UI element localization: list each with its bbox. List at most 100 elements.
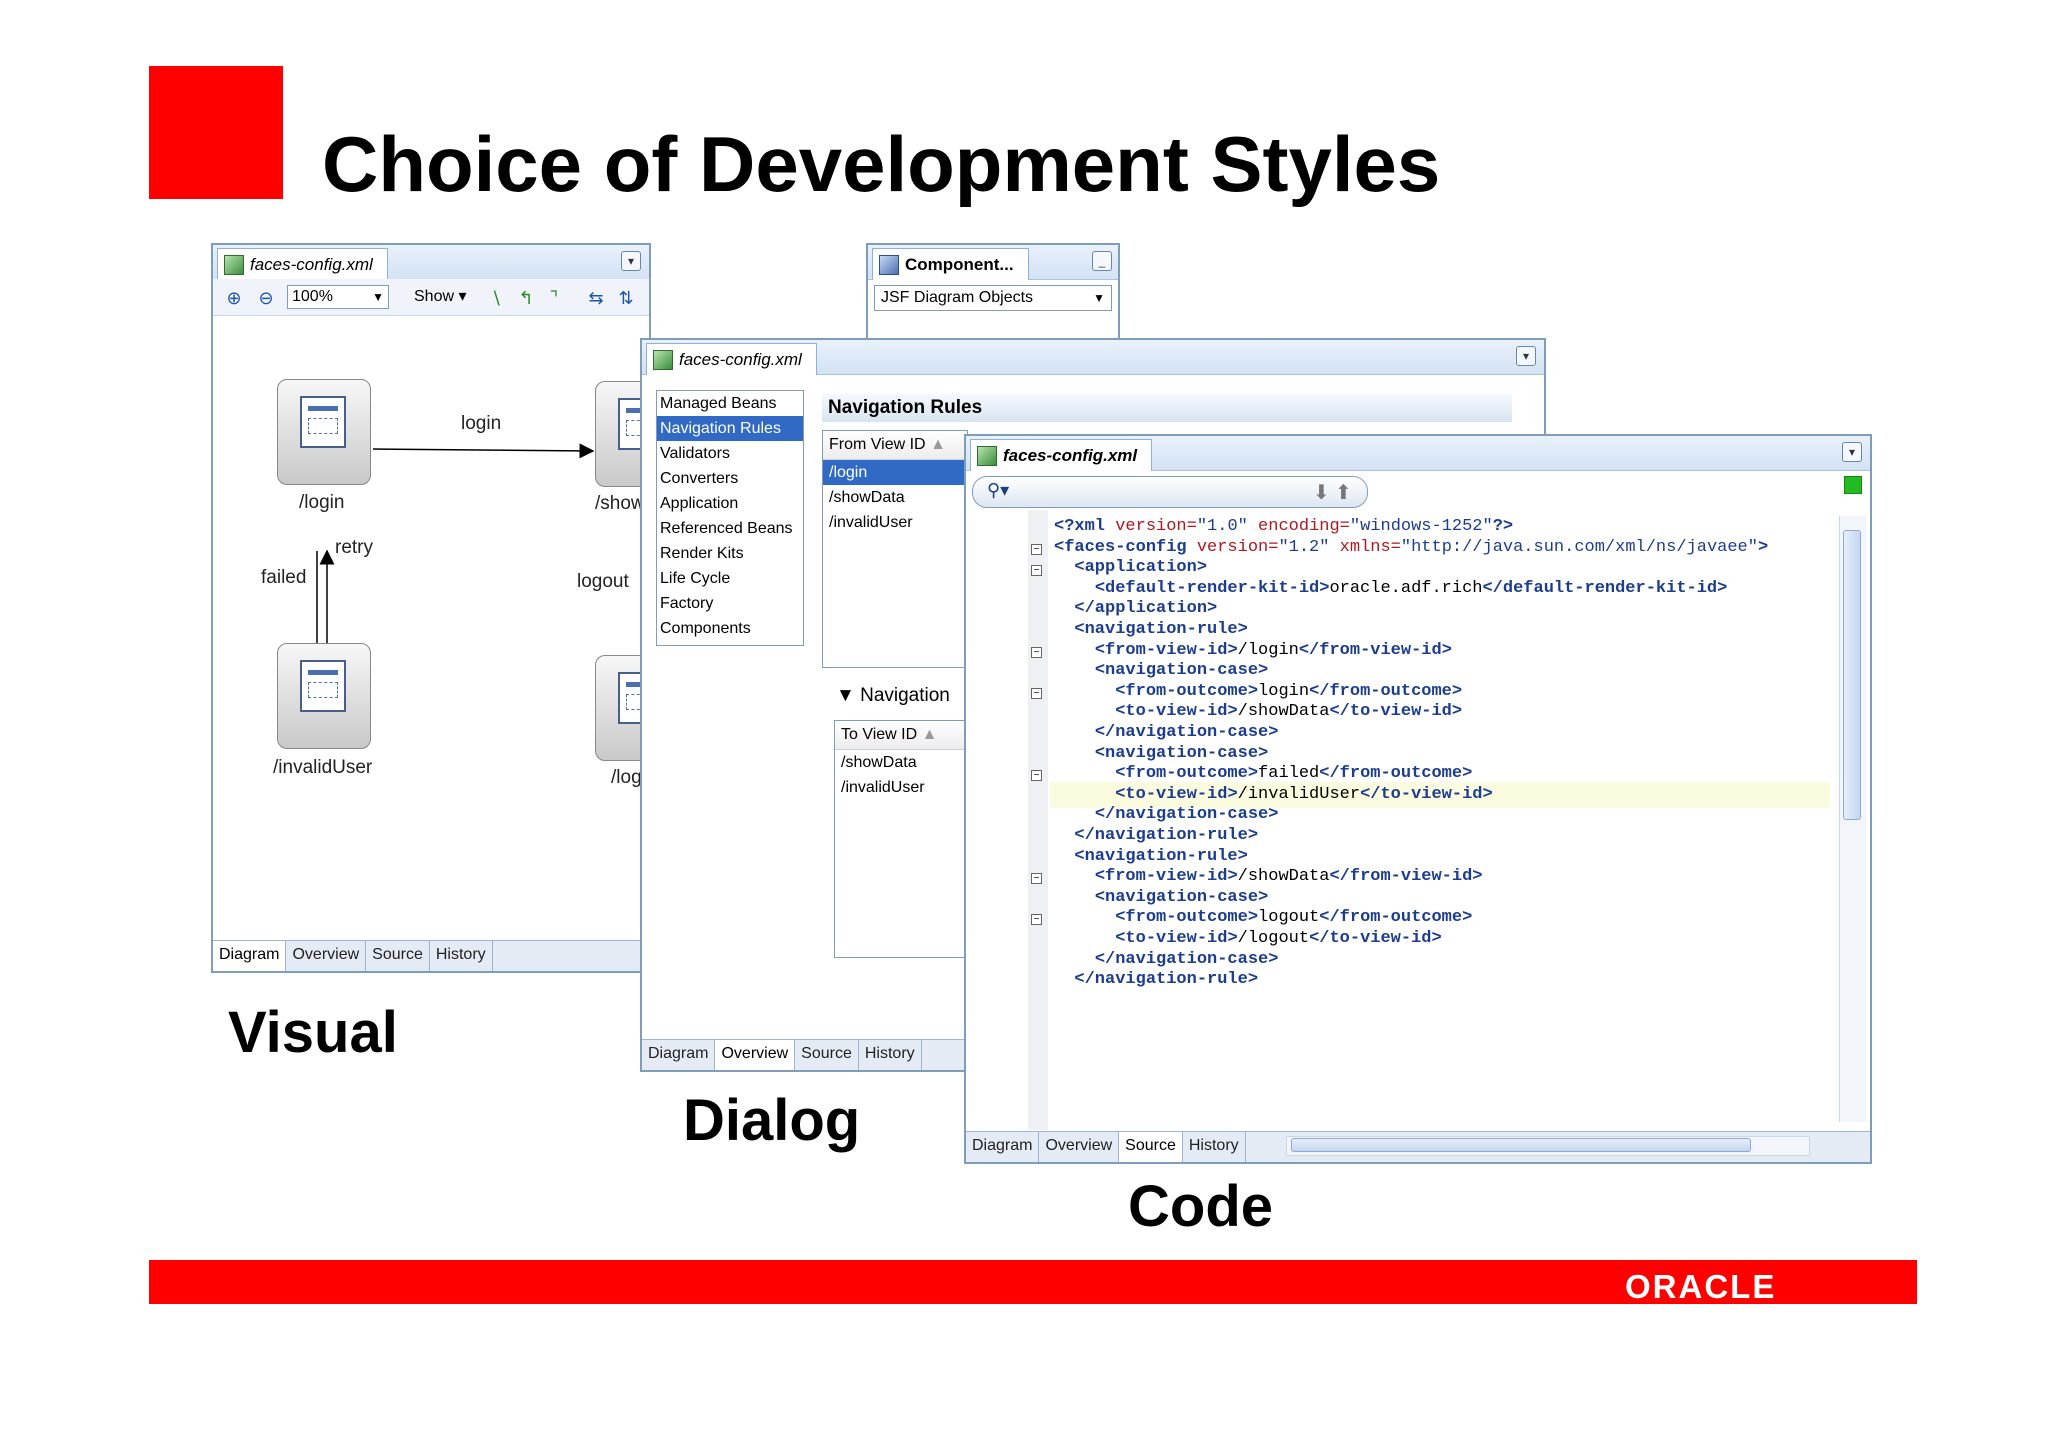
align-layout-icon[interactable]: ⇆ [585, 287, 607, 309]
login-edge-label: login [461, 413, 502, 434]
chevron-down-icon: ▼ [372, 290, 384, 304]
from-view-row[interactable]: /login [823, 460, 967, 485]
tab-source[interactable]: Source [1119, 1132, 1183, 1162]
retry-edge-label: retry [335, 537, 373, 558]
vertical-scroll-thumb[interactable] [1843, 530, 1861, 820]
visual-minimize-button[interactable]: ▾ [621, 251, 641, 271]
straight-connector-icon[interactable]: ∖ [485, 287, 507, 309]
zoom-out-icon[interactable]: ⊖ [255, 287, 277, 309]
code-line[interactable]: </navigation-rule> [1054, 967, 1258, 993]
fold-toggle-icon[interactable]: − [1031, 688, 1042, 699]
tab-history[interactable]: History [429, 941, 493, 971]
show-node-label: /show [595, 493, 645, 514]
page-icon [300, 396, 346, 448]
from-view-row[interactable]: /invalidUser [823, 510, 967, 535]
to-view-row[interactable]: /showData [835, 750, 967, 775]
navigation-rules-heading: Navigation Rules [822, 394, 1512, 422]
faces-config-file-icon [977, 445, 997, 466]
category-referenced-beans[interactable]: Referenced Beans [657, 516, 803, 541]
tab-diagram[interactable]: Diagram [642, 1040, 716, 1070]
fold-toggle-icon[interactable]: − [1031, 873, 1042, 884]
fold-toggle-icon[interactable]: − [1031, 914, 1042, 925]
elbow-connector-icon[interactable]: ⌝ [543, 287, 565, 309]
tab-overview[interactable]: Overview [1039, 1132, 1120, 1162]
login-page-node[interactable] [277, 379, 371, 485]
tab-overview[interactable]: Overview [286, 941, 367, 971]
category-navigation-rules[interactable]: Navigation Rules [657, 416, 803, 441]
from-view-column-header[interactable]: From View ID ▲ [823, 431, 967, 460]
navigation-cases-section[interactable]: ▼ Navigation [836, 685, 950, 707]
tab-source[interactable]: Source [366, 941, 430, 971]
category-converters[interactable]: Converters [657, 466, 803, 491]
chevron-down-icon: ▼ [1093, 291, 1105, 305]
component-palette-title: Component... [905, 254, 1014, 274]
code-find-bar: ⚲▾ ⬇ ⬆ [972, 476, 1368, 508]
navigation-cases-label: Navigation [860, 685, 950, 706]
fold-toggle-icon[interactable]: − [1031, 565, 1042, 576]
invalid-user-page-node[interactable] [277, 643, 371, 749]
component-category-value: JSF Diagram Objects [881, 289, 1034, 306]
no-errors-indicator-icon [1844, 476, 1862, 494]
horizontal-scroll-thumb[interactable] [1291, 1138, 1751, 1152]
fold-gutter: − − − − − − − [1028, 510, 1048, 1130]
from-view-column-label: From View ID [829, 436, 926, 453]
tab-history[interactable]: History [858, 1040, 922, 1070]
category-life-cycle[interactable]: Life Cycle [657, 566, 803, 591]
code-editor-window: faces-config.xml ▾ ⚲▾ ⬇ ⬆ − − − − − − − … [964, 434, 1872, 1164]
category-validators[interactable]: Validators [657, 441, 803, 466]
find-next-icon[interactable]: ⬇ [1313, 480, 1330, 505]
component-palette-tab[interactable]: Component... [872, 248, 1029, 280]
invalid-user-node-label: /invalidUser [273, 757, 373, 778]
horizontal-scrollbar[interactable] [1286, 1136, 1810, 1156]
login-edge[interactable] [372, 443, 595, 459]
palette-icon [879, 254, 899, 275]
category-components[interactable]: Components [657, 616, 803, 641]
tab-history[interactable]: History [1182, 1132, 1246, 1162]
category-factory[interactable]: Factory [657, 591, 803, 616]
code-tab-bar: faces-config.xml ▾ [966, 436, 1870, 471]
to-view-row[interactable]: /invalidUser [835, 775, 967, 800]
category-render-kits[interactable]: Render Kits [657, 541, 803, 566]
visual-file-tab[interactable]: faces-config.xml [217, 248, 388, 280]
logout-node-label: /log [611, 767, 642, 788]
to-view-column-header[interactable]: To View ID ▲ [835, 721, 967, 750]
visual-editor-window: faces-config.xml ▾ ⊕ ⊖ 100% ▼ Show ▾ ∖ ↰… [211, 243, 651, 973]
to-view-table: To View ID ▲ /showData /invalidUser [834, 720, 968, 958]
code-file-tab[interactable]: faces-config.xml [970, 439, 1153, 471]
dialog-minimize-button[interactable]: ▾ [1516, 346, 1536, 366]
dialog-file-tab-label: faces-config.xml [679, 349, 802, 369]
page-icon [300, 660, 346, 712]
binoculars-icon[interactable]: ⚲▾ [987, 480, 1009, 501]
from-view-row[interactable]: /showData [823, 485, 967, 510]
component-category-select[interactable]: JSF Diagram Objects ▼ [874, 285, 1112, 311]
dialog-tab-bar: faces-config.xml ▾ [642, 340, 1544, 375]
tab-diagram[interactable]: Diagram [966, 1132, 1040, 1162]
code-editor-area[interactable]: − − − − − − − <?xml version="1.0" encodi… [966, 510, 1830, 1130]
tab-overview[interactable]: Overview [715, 1040, 796, 1070]
to-view-column-label: To View ID [841, 726, 918, 743]
expand-triangle-icon: ▼ [836, 685, 855, 706]
failed-edge-label: failed [261, 567, 307, 588]
code-minimize-button[interactable]: ▾ [1842, 442, 1862, 462]
dialog-file-tab[interactable]: faces-config.xml [646, 343, 817, 375]
zoom-level-value: 100% [292, 288, 333, 305]
find-previous-icon[interactable]: ⬆ [1335, 480, 1352, 505]
visual-toolbar: ⊕ ⊖ 100% ▼ Show ▾ ∖ ↰ ⌝ ⇆ ⇅ [213, 279, 649, 316]
fold-toggle-icon[interactable]: − [1031, 770, 1042, 781]
code-caption: Code [1128, 1174, 1273, 1239]
vertical-scrollbar[interactable] [1839, 516, 1866, 1122]
tab-source[interactable]: Source [795, 1040, 859, 1070]
fold-toggle-icon[interactable]: − [1031, 647, 1042, 658]
tab-diagram[interactable]: Diagram [213, 941, 287, 971]
zoom-level-select[interactable]: 100% ▼ [287, 285, 389, 309]
dialog-caption: Dialog [683, 1088, 861, 1153]
zoom-in-icon[interactable]: ⊕ [223, 287, 245, 309]
bent-connector-icon[interactable]: ↰ [515, 287, 537, 309]
component-minimize-button[interactable]: _ [1092, 251, 1112, 271]
distribute-layout-icon[interactable]: ⇅ [615, 287, 637, 309]
fold-toggle-icon[interactable]: − [1031, 544, 1042, 555]
sort-asc-icon: ▲ [921, 726, 938, 743]
show-menu-button[interactable]: Show ▾ [414, 286, 467, 306]
category-managed-beans[interactable]: Managed Beans [657, 391, 803, 416]
category-application[interactable]: Application [657, 491, 803, 516]
